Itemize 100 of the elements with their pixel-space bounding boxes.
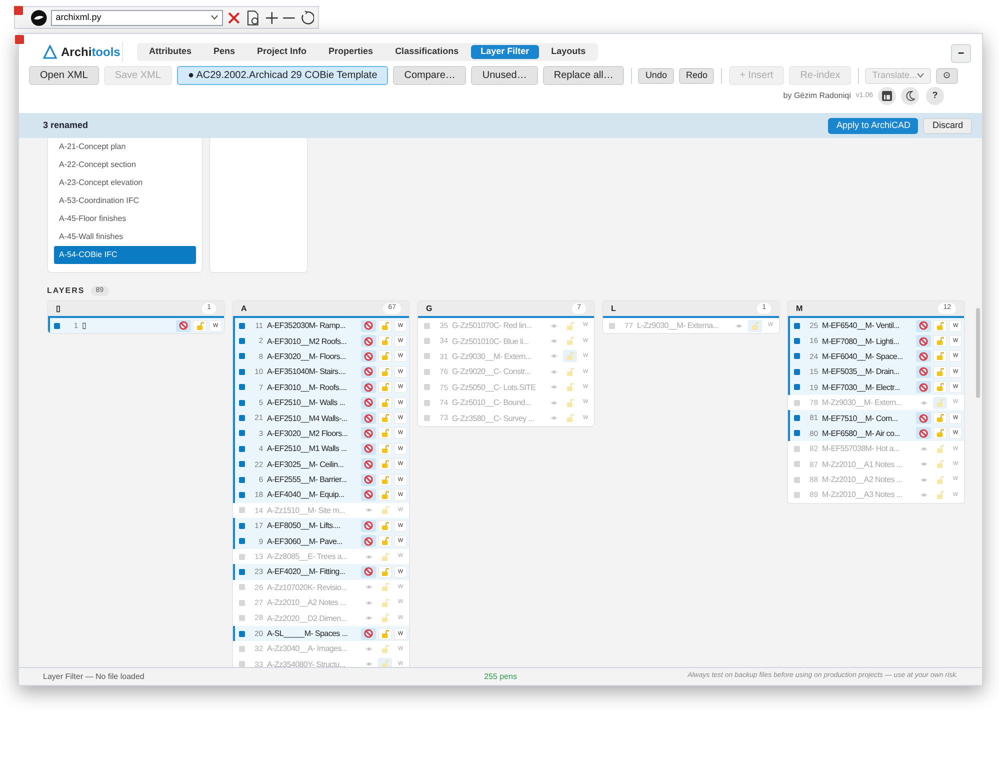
tab[interactable]: Layouts [541,45,596,59]
lock-button[interactable] [933,366,947,378]
minimize-button[interactable]: – [951,44,971,63]
view-item[interactable]: A-53-Coordination IFC [54,192,196,210]
checkbox[interactable] [239,446,245,452]
checkbox[interactable] [424,353,430,360]
checkbox[interactable] [794,338,800,344]
tab[interactable]: Project Info [247,45,317,59]
view-item[interactable]: A-23-Concept elevation [54,174,196,192]
view-item[interactable]: A-21-Concept plan [54,138,196,156]
checkbox[interactable] [794,430,800,436]
action-button[interactable]: Apply to ArchiCAD [828,118,918,134]
checkbox[interactable] [424,368,430,375]
lock-button[interactable] [748,320,762,332]
checkbox[interactable] [239,415,245,422]
visibility-button[interactable] [361,474,376,486]
lock-button[interactable] [378,535,392,548]
checkbox[interactable] [609,322,615,329]
checkbox[interactable] [424,338,430,344]
checkbox[interactable] [239,430,245,436]
lock-button[interactable] [378,396,392,409]
visibility-button[interactable] [916,366,931,378]
lock-button[interactable] [378,442,392,455]
visibility-button[interactable] [361,520,376,532]
lock-button[interactable] [378,320,392,332]
checkbox[interactable] [239,554,245,560]
checkbox[interactable] [239,615,245,622]
visibility-button[interactable] [916,350,931,362]
tab[interactable]: Layer Filter [470,45,540,59]
visibility-button[interactable] [361,566,376,578]
visibility-button[interactable] [361,320,376,332]
lock-button[interactable] [378,381,392,394]
tab[interactable]: Pens [204,45,246,59]
plus-icon[interactable] [264,10,278,24]
checkbox[interactable] [239,630,245,636]
checkbox[interactable] [239,368,245,375]
toolbar-button[interactable]: Unused… [471,66,538,85]
checkbox[interactable] [424,400,430,406]
help-button[interactable]: ? [926,87,944,105]
visibility-button[interactable] [916,335,931,348]
lock-button[interactable] [378,458,392,470]
visibility-button[interactable] [361,366,376,378]
checkbox[interactable] [794,476,800,483]
visibility-button[interactable] [361,628,376,640]
visibility-button[interactable] [361,350,376,362]
lock-button[interactable] [378,658,392,667]
visibility-button[interactable] [916,427,931,440]
visibility-button[interactable] [176,320,191,332]
checkbox[interactable] [794,415,800,422]
lock-button[interactable] [933,350,947,362]
checkbox[interactable] [239,600,245,606]
theme-button[interactable] [901,87,919,105]
visibility-button[interactable] [361,396,376,409]
lock-button[interactable] [378,427,392,440]
checkbox[interactable] [239,522,245,529]
visibility-button[interactable] [361,458,376,470]
lock-button[interactable] [378,474,392,486]
lock-button[interactable] [933,412,947,424]
lock-button[interactable] [933,427,947,440]
checkbox[interactable] [239,568,245,575]
toolbar-button[interactable]: Replace all… [542,66,624,85]
tab[interactable]: Properties [318,45,384,59]
lock-button[interactable] [193,320,207,332]
action-button[interactable]: Discard [923,118,972,134]
checkbox[interactable] [794,400,800,406]
visibility-button[interactable] [361,335,376,348]
visibility-button[interactable] [361,381,376,394]
visibility-button[interactable] [361,535,376,548]
checkbox[interactable] [794,353,800,360]
tab[interactable]: Attributes [139,45,202,59]
visibility-button[interactable] [916,320,931,332]
checkbox[interactable] [239,538,245,544]
close-icon[interactable] [227,10,241,24]
view-item[interactable]: A-54-COBie IFC [54,246,196,264]
checkbox[interactable] [794,322,800,329]
view-item[interactable]: A-45-Floor finishes [54,210,196,228]
visibility-button[interactable] [916,412,931,424]
visibility-button[interactable] [916,381,931,394]
checkbox[interactable] [239,400,245,406]
lock-button[interactable] [378,628,392,640]
checkbox[interactable] [424,322,430,329]
checkbox[interactable] [424,384,430,390]
profile-button[interactable] [878,87,896,105]
checkbox[interactable] [794,384,800,390]
checkbox[interactable] [239,384,245,390]
checkbox[interactable] [794,461,800,468]
visibility-button[interactable] [361,427,376,440]
lock-button[interactable] [378,366,392,378]
tab[interactable]: Classifications [385,45,469,59]
lock-button[interactable] [378,566,392,578]
refresh-icon[interactable] [300,10,314,26]
lock-button[interactable] [378,488,392,501]
file-dropdown[interactable]: archixml.py [50,10,224,26]
toolbar-button[interactable]: ⊙ [936,68,958,84]
checkbox[interactable] [794,492,800,498]
toolbar-button[interactable]: Undo [638,68,674,84]
checkbox[interactable] [239,507,245,514]
lock-button[interactable] [933,320,947,332]
toolbar-button[interactable]: Open XML [29,66,99,85]
checkbox[interactable] [239,661,245,667]
